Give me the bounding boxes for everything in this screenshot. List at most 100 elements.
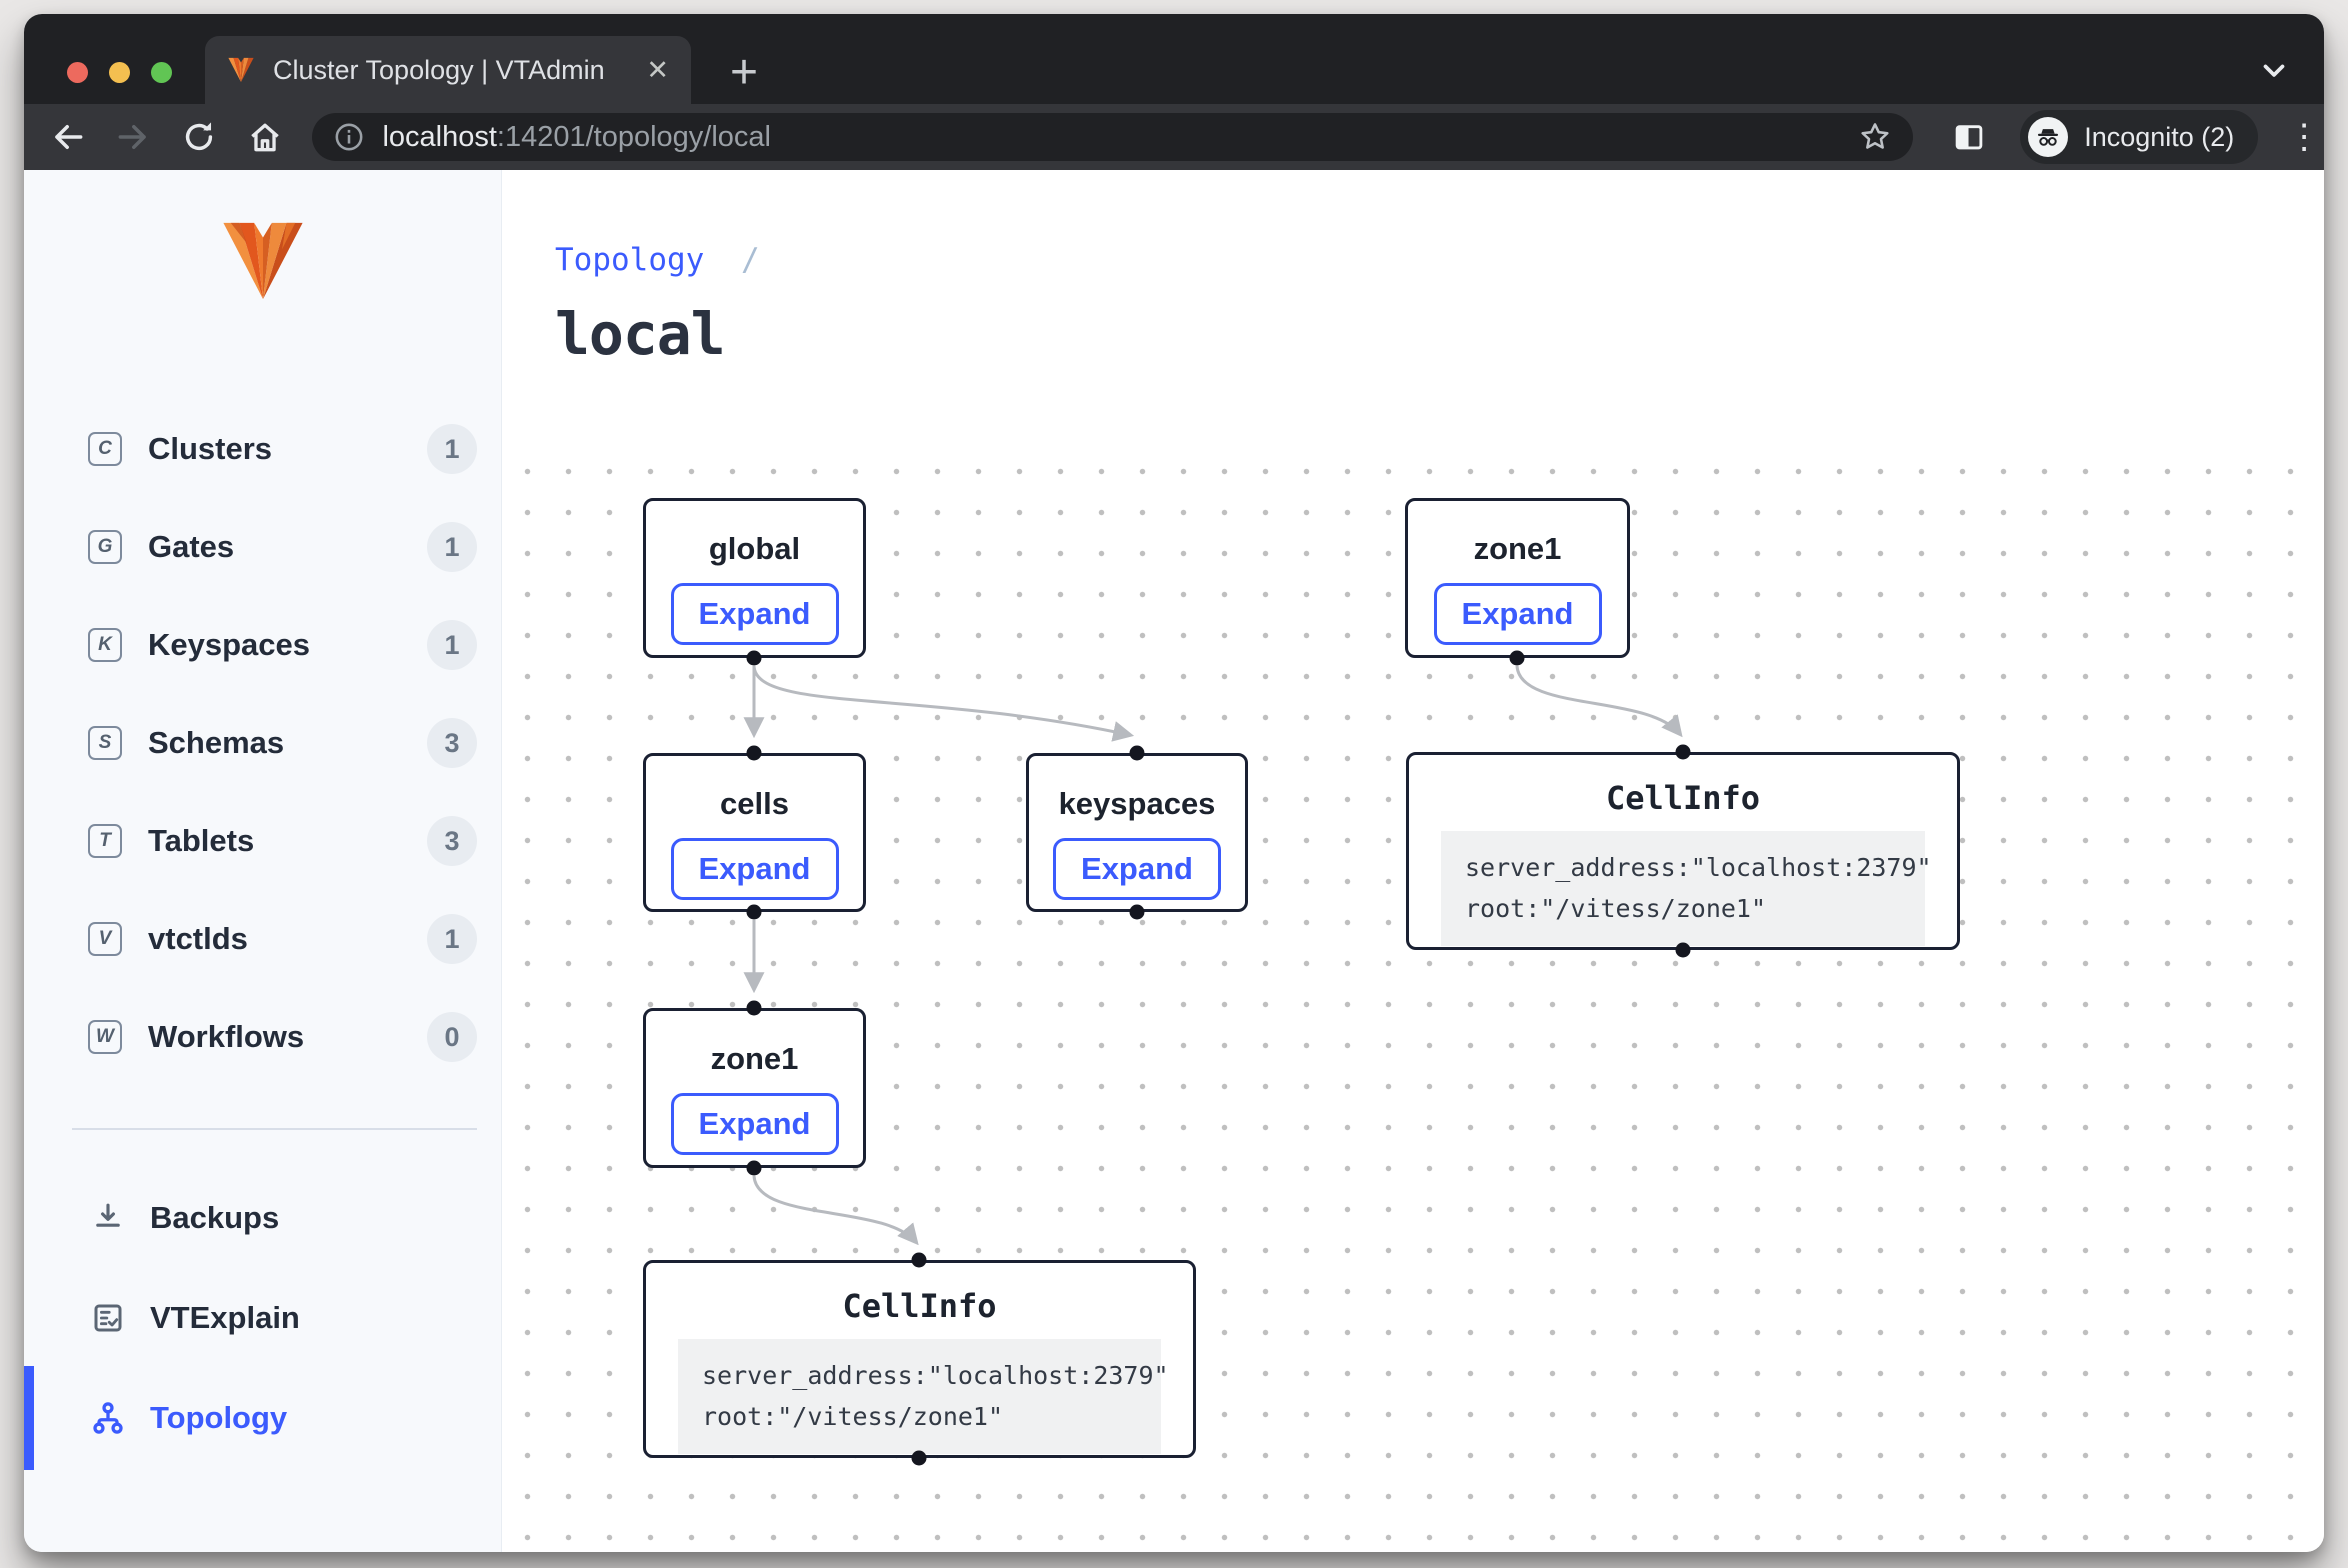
reload-button[interactable] (173, 111, 225, 163)
schemas-icon: S (88, 726, 122, 760)
topology-node-cellinfo-bottom: CellInfo server_address:"localhost:2379"… (643, 1260, 1196, 1458)
count-badge: 1 (427, 914, 477, 964)
minimize-window-button[interactable] (109, 62, 130, 83)
cellinfo-code: server_address:"localhost:2379" root:"/v… (678, 1339, 1161, 1454)
sidebar-item-gates[interactable]: G Gates 1 (24, 498, 501, 596)
bookmark-star-icon[interactable] (1857, 119, 1893, 155)
page-title: local (555, 300, 760, 368)
tab-strip: Cluster Topology | VTAdmin ✕ + (24, 14, 2324, 104)
browser-tab[interactable]: Cluster Topology | VTAdmin ✕ (205, 36, 691, 104)
sidebar-item-topology[interactable]: Topology (24, 1368, 501, 1468)
count-badge: 1 (427, 620, 477, 670)
tablets-icon: T (88, 824, 122, 858)
breadcrumb-separator: / (741, 242, 760, 278)
main-content: Topology / local (502, 170, 2324, 1552)
site-info-icon[interactable] (332, 120, 366, 154)
incognito-label: Incognito (2) (2084, 122, 2234, 153)
connection-dot (1676, 745, 1691, 760)
vitess-favicon-icon (227, 57, 255, 83)
back-button[interactable] (42, 111, 94, 163)
sidebar-divider (72, 1128, 477, 1130)
code-line: root:"/vitess/zone1" (1465, 888, 1901, 929)
sidebar-item-workflows[interactable]: W Workflows 0 (24, 988, 501, 1086)
topology-node-zone1-right: zone1 Expand (1405, 498, 1630, 658)
count-badge: 3 (427, 816, 477, 866)
url-path: :14201/topology/local (497, 121, 771, 153)
topology-node-zone1: zone1 Expand (643, 1008, 866, 1168)
workflows-icon: W (88, 1020, 122, 1054)
topology-node-global: global Expand (643, 498, 866, 658)
connection-dot (1510, 651, 1525, 666)
code-line: server_address:"localhost:2379" (702, 1355, 1137, 1396)
tab-title: Cluster Topology | VTAdmin (273, 55, 634, 86)
count-badge: 1 (427, 424, 477, 474)
connection-dot (912, 1451, 927, 1466)
topology-icon (88, 1399, 128, 1437)
home-button[interactable] (239, 111, 291, 163)
expand-button-zone1-right[interactable]: Expand (1434, 583, 1602, 645)
expand-button-zone1[interactable]: Expand (671, 1093, 839, 1155)
breadcrumb: Topology / (555, 242, 760, 278)
address-bar[interactable]: localhost:14201/topology/local (312, 113, 1912, 161)
browser-window: Cluster Topology | VTAdmin ✕ + localh (24, 14, 2324, 1552)
expand-button-cells[interactable]: Expand (671, 838, 839, 900)
sidebar: C Clusters 1 G Gates 1 K Keyspaces 1 S S… (24, 170, 502, 1552)
vtexplain-list-check-icon (88, 1300, 128, 1336)
active-indicator (24, 1366, 34, 1470)
connection-dot (747, 1001, 762, 1016)
count-badge: 1 (427, 522, 477, 572)
sidebar-item-backups[interactable]: Backups (24, 1168, 501, 1268)
sidebar-item-tablets[interactable]: T Tablets 3 (24, 792, 501, 890)
vitess-logo (219, 222, 307, 300)
sidebar-item-vtctlds[interactable]: V vtctlds 1 (24, 890, 501, 988)
connection-dot (912, 1253, 927, 1268)
sidebar-item-clusters[interactable]: C Clusters 1 (24, 400, 501, 498)
sidebar-item-schemas[interactable]: S Schemas 3 (24, 694, 501, 792)
topology-canvas[interactable]: global Expand zone1 Expand cells Expand … (502, 440, 2324, 1552)
edge-zone1-cellinfo-right (1517, 666, 1680, 734)
backups-download-icon (88, 1200, 128, 1236)
connection-dot (1130, 905, 1145, 920)
new-tab-button[interactable]: + (716, 44, 772, 100)
vtctlds-icon: V (88, 922, 122, 956)
sidebar-item-keyspaces[interactable]: K Keyspaces 1 (24, 596, 501, 694)
connection-dot (1130, 746, 1145, 761)
connection-dot (747, 651, 762, 666)
topology-node-cells: cells Expand (643, 753, 866, 912)
url-text: localhost:14201/topology/local (382, 121, 1856, 154)
close-window-button[interactable] (67, 62, 88, 83)
incognito-icon (2028, 117, 2068, 157)
page-header: Topology / local (555, 242, 760, 368)
window-controls (67, 62, 172, 83)
sidebar-item-vtexplain[interactable]: VTExplain (24, 1268, 501, 1368)
url-host: localhost (382, 121, 496, 153)
tab-search-chevron-icon[interactable] (2252, 48, 2296, 92)
connection-dot (747, 746, 762, 761)
forward-button[interactable] (108, 111, 160, 163)
incognito-badge[interactable]: Incognito (2) (2020, 110, 2258, 164)
count-badge: 0 (427, 1012, 477, 1062)
expand-button-global[interactable]: Expand (671, 583, 839, 645)
breadcrumb-topology-link[interactable]: Topology (555, 242, 704, 278)
expand-button-keyspaces[interactable]: Expand (1053, 838, 1221, 900)
connection-dot (1676, 943, 1691, 958)
tab-close-icon[interactable]: ✕ (646, 55, 669, 86)
code-line: server_address:"localhost:2379" (1465, 847, 1901, 888)
maximize-window-button[interactable] (151, 62, 172, 83)
edge-zone1-cellinfo-bottom (754, 1176, 916, 1242)
topology-node-cellinfo-right: CellInfo server_address:"localhost:2379"… (1406, 752, 1960, 950)
browser-menu-icon[interactable]: ⋮ (2284, 117, 2324, 157)
side-panel-icon[interactable] (1947, 114, 1993, 160)
clusters-icon: C (88, 432, 122, 466)
vtadmin-app: C Clusters 1 G Gates 1 K Keyspaces 1 S S… (24, 170, 2324, 1552)
connection-dot (747, 905, 762, 920)
edge-global-keyspaces (754, 666, 1130, 735)
topology-node-keyspaces: keyspaces Expand (1026, 753, 1248, 912)
cellinfo-code: server_address:"localhost:2379" root:"/v… (1441, 831, 1925, 946)
gates-icon: G (88, 530, 122, 564)
browser-toolbar: localhost:14201/topology/local Incognito… (24, 104, 2324, 170)
count-badge: 3 (427, 718, 477, 768)
connection-dot (747, 1161, 762, 1176)
keyspaces-icon: K (88, 628, 122, 662)
code-line: root:"/vitess/zone1" (702, 1396, 1137, 1437)
